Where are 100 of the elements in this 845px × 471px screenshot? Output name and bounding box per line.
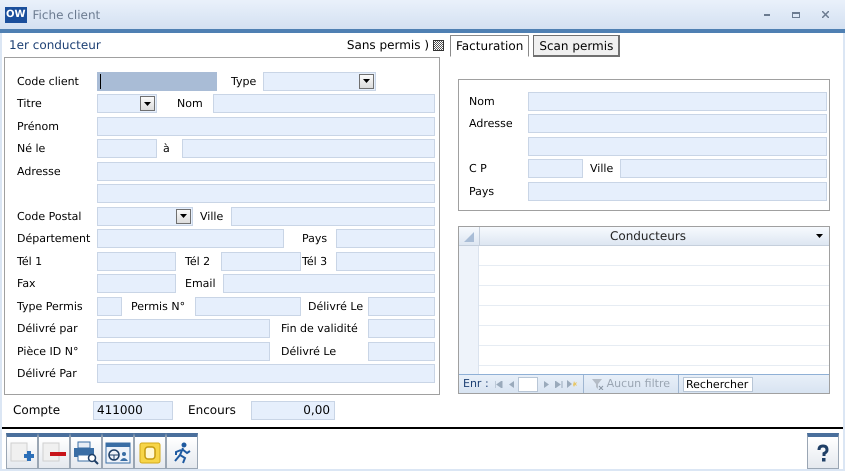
input-field[interactable] xyxy=(223,274,435,294)
input-field[interactable] xyxy=(528,159,583,178)
field-label: à xyxy=(163,141,171,158)
input-field[interactable] xyxy=(97,364,435,384)
print-preview-button[interactable] xyxy=(70,433,102,469)
field-label: Fax xyxy=(17,276,37,292)
field-label: Délivré par xyxy=(17,321,79,338)
field-label: Département xyxy=(17,231,92,248)
input-field[interactable] xyxy=(97,162,435,181)
dropdown-field[interactable] xyxy=(97,206,193,226)
field-label: Adresse xyxy=(469,116,514,132)
field-label: C P xyxy=(469,161,488,178)
previous-record-icon[interactable] xyxy=(508,380,514,388)
clear-button[interactable] xyxy=(134,433,166,469)
input-field[interactable] xyxy=(221,252,301,271)
input-field[interactable] xyxy=(368,319,435,338)
field-label: Code client xyxy=(17,74,80,90)
tab[interactable]: Facturation xyxy=(450,35,530,57)
field-label: Encours xyxy=(188,402,237,419)
tab[interactable]: Scan permis xyxy=(533,35,620,57)
first-record-icon[interactable] xyxy=(494,380,503,388)
dropdown-arrow-icon xyxy=(180,214,187,218)
steering-wheel-card-icon xyxy=(105,442,131,464)
next-record-icon[interactable] xyxy=(544,380,549,388)
field-label: Délivré Par xyxy=(17,366,78,382)
last-record-icon[interactable] xyxy=(554,380,563,388)
input-field[interactable] xyxy=(97,274,176,294)
filter-icon xyxy=(592,378,604,390)
close-icon[interactable] xyxy=(822,11,829,18)
record-number-field[interactable] xyxy=(518,376,538,392)
text-cursor xyxy=(100,74,101,89)
input-field[interactable] xyxy=(97,252,176,271)
dropdown-field[interactable] xyxy=(97,94,157,114)
field-label: Tél 3 xyxy=(302,254,328,270)
field-label: Permis N° xyxy=(131,298,186,315)
input-field[interactable] xyxy=(97,72,217,91)
field-label: Délivré Le xyxy=(308,298,364,315)
help-button[interactable] xyxy=(807,433,839,469)
field-label: Prénom xyxy=(17,118,60,135)
input-field[interactable] xyxy=(97,139,157,158)
input-field[interactable] xyxy=(368,296,435,316)
input-field[interactable] xyxy=(97,342,270,361)
exit-button[interactable] xyxy=(166,433,198,469)
delete-button[interactable] xyxy=(38,433,70,469)
field-label: Pays xyxy=(302,231,328,248)
field-label: Délivré Le xyxy=(281,344,338,360)
new-record-icon[interactable] xyxy=(566,380,577,388)
input-field[interactable] xyxy=(528,136,827,156)
input-field[interactable]: 0,00 xyxy=(251,400,335,420)
maximize-icon[interactable] xyxy=(792,12,800,18)
field-label: Compte xyxy=(13,402,62,419)
field-label: Nom xyxy=(469,94,496,110)
input-field[interactable] xyxy=(336,229,435,248)
input-field[interactable] xyxy=(182,139,435,158)
input-field[interactable] xyxy=(528,114,827,134)
field-label: Fin de validité xyxy=(281,321,359,338)
field-label: Tél 2 xyxy=(185,254,212,270)
input-field[interactable] xyxy=(528,182,827,201)
minimize-icon[interactable] xyxy=(764,14,770,16)
add-button[interactable] xyxy=(6,433,38,469)
dropdown-button[interactable] xyxy=(140,96,155,112)
dropdown-button[interactable] xyxy=(359,74,374,89)
dropdown-arrow-icon xyxy=(144,102,151,106)
field-label: Adresse xyxy=(17,164,62,180)
input-field[interactable] xyxy=(97,319,270,338)
field-label: Pièce ID N° xyxy=(17,344,80,360)
input-field[interactable] xyxy=(231,206,435,226)
checkbox-label: Sans permis ) xyxy=(346,37,429,54)
input-field[interactable] xyxy=(195,296,301,316)
input-field[interactable] xyxy=(97,296,122,316)
dropdown-arrow-icon xyxy=(363,79,370,84)
square-frame-icon xyxy=(139,442,161,464)
dropdown-arrow-icon xyxy=(816,234,823,238)
checkbox[interactable] xyxy=(433,40,444,50)
field-label: Email xyxy=(185,276,217,292)
input-field[interactable] xyxy=(97,229,284,248)
print-preview-icon xyxy=(73,440,99,464)
running-person-icon xyxy=(172,442,192,464)
dropdown-button[interactable] xyxy=(176,208,191,224)
input-field[interactable] xyxy=(528,92,827,111)
field-label: Type xyxy=(231,74,258,90)
remove-document-icon xyxy=(42,442,66,464)
driver-card-button[interactable] xyxy=(102,433,134,469)
input-field[interactable] xyxy=(97,184,435,204)
input-field[interactable] xyxy=(336,252,435,271)
input-field[interactable] xyxy=(213,94,435,114)
field-label: Type Permis xyxy=(17,298,84,315)
field-label: Code Postal xyxy=(17,208,82,225)
input-field[interactable] xyxy=(620,159,827,178)
section-heading: 1er conducteur xyxy=(9,37,101,54)
field-label: Pays xyxy=(469,184,496,200)
field-label: Titre xyxy=(17,96,43,112)
field-label: Tél 1 xyxy=(17,254,44,270)
window-title: Fiche client xyxy=(32,6,100,24)
record-label: Enr : xyxy=(463,376,489,392)
input-field[interactable] xyxy=(368,342,435,361)
input-field[interactable] xyxy=(97,116,435,136)
input-field[interactable]: 411000 xyxy=(93,400,173,420)
search-field[interactable]: Rechercher xyxy=(683,376,753,392)
dropdown-field[interactable] xyxy=(263,72,376,91)
